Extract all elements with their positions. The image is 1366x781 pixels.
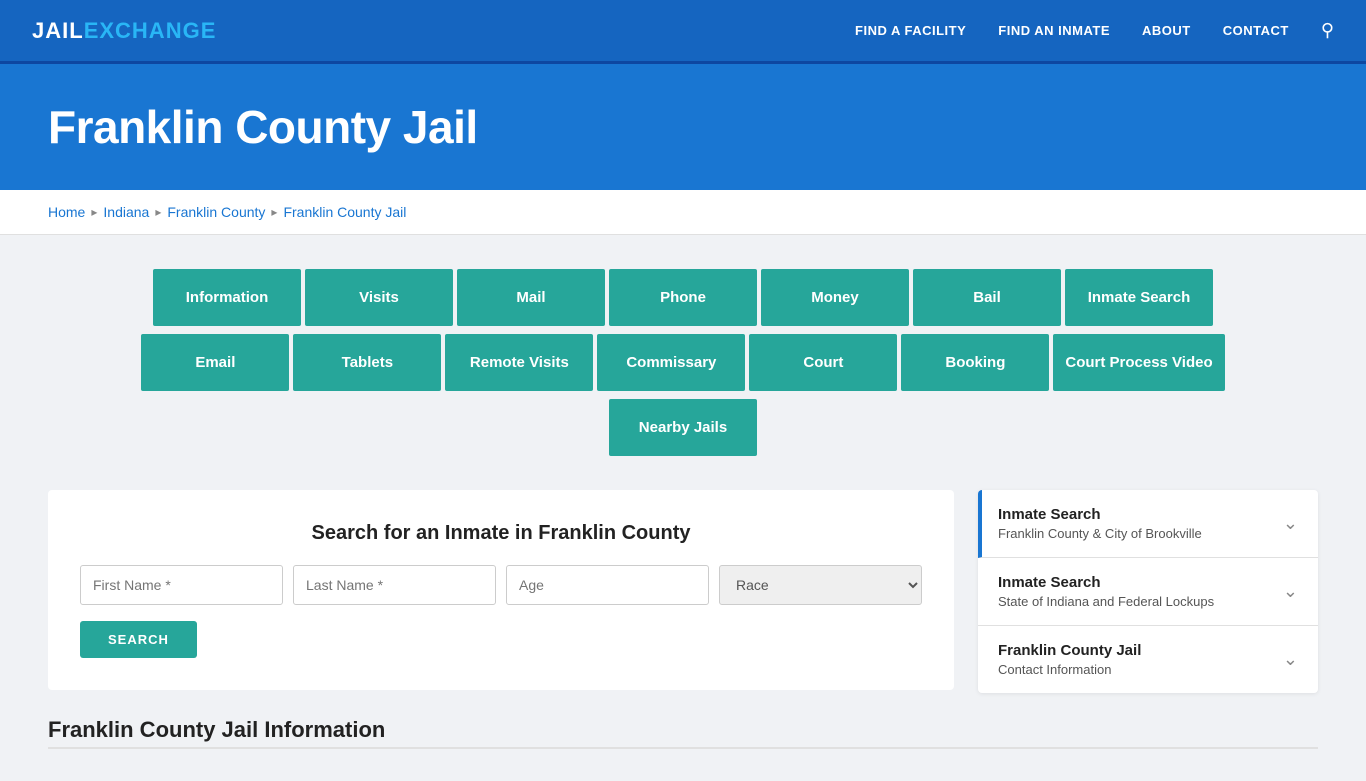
btn-remote-visits[interactable]: Remote Visits	[445, 334, 593, 391]
search-title: Search for an Inmate in Franklin County	[80, 522, 922, 545]
chevron-icon-0: ⌄	[1283, 513, 1298, 534]
grid-row-2: Email Tablets Remote Visits Commissary C…	[139, 332, 1226, 393]
logo-jail: JAIL	[32, 18, 84, 44]
btn-court-process-video[interactable]: Court Process Video	[1053, 334, 1224, 391]
sidebar-item-sub-2: Contact Information	[998, 662, 1141, 677]
chevron-icon-1: ⌄	[1283, 581, 1298, 602]
btn-phone[interactable]: Phone	[609, 269, 757, 326]
nav-links: FIND A FACILITY FIND AN INMATE ABOUT CON…	[855, 20, 1334, 41]
btn-bail[interactable]: Bail	[913, 269, 1061, 326]
sidebar-item-title-0: Inmate Search	[998, 506, 1202, 523]
navbar: JAILEXCHANGE FIND A FACILITY FIND AN INM…	[0, 0, 1366, 64]
sidebar-item-text-2: Franklin County Jail Contact Information	[998, 642, 1141, 677]
sidebar-item-title-1: Inmate Search	[998, 574, 1214, 591]
search-button[interactable]: SEARCH	[80, 621, 197, 658]
btn-visits[interactable]: Visits	[305, 269, 453, 326]
btn-court[interactable]: Court	[749, 334, 897, 391]
chevron-icon-2: ⌄	[1283, 649, 1298, 670]
btn-commissary[interactable]: Commissary	[597, 334, 745, 391]
btn-information[interactable]: Information	[153, 269, 301, 326]
section-title: Franklin County Jail Information	[48, 717, 1318, 749]
navigation-grid: Information Visits Mail Phone Money Bail…	[48, 267, 1318, 458]
search-icon[interactable]: ⚲	[1321, 20, 1334, 41]
main-content: Information Visits Mail Phone Money Bail…	[0, 235, 1366, 781]
sidebar-item-text-1: Inmate Search State of Indiana and Feder…	[998, 574, 1214, 609]
search-fields: Race White Black Hispanic Asian Other	[80, 565, 922, 605]
grid-row-1: Information Visits Mail Phone Money Bail…	[151, 267, 1215, 328]
sidebar-panel: Inmate Search Franklin County & City of …	[978, 490, 1318, 693]
nav-contact[interactable]: CONTACT	[1223, 23, 1289, 38]
btn-money[interactable]: Money	[761, 269, 909, 326]
hero-section: Franklin County Jail	[0, 64, 1366, 190]
last-name-input[interactable]	[293, 565, 496, 605]
logo-exchange: EXCHANGE	[84, 18, 217, 44]
logo[interactable]: JAILEXCHANGE	[32, 18, 216, 44]
breadcrumb-sep-1: ▸	[91, 205, 97, 219]
btn-mail[interactable]: Mail	[457, 269, 605, 326]
breadcrumb-home[interactable]: Home	[48, 204, 85, 220]
lower-section: Search for an Inmate in Franklin County …	[48, 490, 1318, 693]
breadcrumb-current: Franklin County Jail	[283, 204, 406, 220]
btn-email[interactable]: Email	[141, 334, 289, 391]
sidebar-item-sub-1: State of Indiana and Federal Lockups	[998, 594, 1214, 609]
first-name-input[interactable]	[80, 565, 283, 605]
sidebar-item-text-0: Inmate Search Franklin County & City of …	[998, 506, 1202, 541]
btn-nearby-jails[interactable]: Nearby Jails	[609, 399, 757, 456]
sidebar-item-2[interactable]: Franklin County Jail Contact Information…	[978, 626, 1318, 693]
btn-inmate-search[interactable]: Inmate Search	[1065, 269, 1213, 326]
sidebar-item-0[interactable]: Inmate Search Franklin County & City of …	[978, 490, 1318, 558]
breadcrumb-sep-2: ▸	[155, 205, 161, 219]
nav-about[interactable]: ABOUT	[1142, 23, 1191, 38]
search-panel: Search for an Inmate in Franklin County …	[48, 490, 954, 690]
nav-find-facility[interactable]: FIND A FACILITY	[855, 23, 966, 38]
sidebar-item-sub-0: Franklin County & City of Brookville	[998, 526, 1202, 541]
race-select[interactable]: Race White Black Hispanic Asian Other	[719, 565, 922, 605]
page-title: Franklin County Jail	[48, 100, 1318, 154]
grid-row-3: Nearby Jails	[607, 397, 759, 458]
breadcrumb: Home ▸ Indiana ▸ Franklin County ▸ Frank…	[0, 190, 1366, 235]
btn-tablets[interactable]: Tablets	[293, 334, 441, 391]
age-input[interactable]	[506, 565, 709, 605]
nav-find-inmate[interactable]: FIND AN INMATE	[998, 23, 1110, 38]
sidebar-item-1[interactable]: Inmate Search State of Indiana and Feder…	[978, 558, 1318, 626]
btn-booking[interactable]: Booking	[901, 334, 1049, 391]
sidebar-item-title-2: Franklin County Jail	[998, 642, 1141, 659]
breadcrumb-sep-3: ▸	[271, 205, 277, 219]
breadcrumb-county[interactable]: Franklin County	[167, 204, 265, 220]
breadcrumb-indiana[interactable]: Indiana	[103, 204, 149, 220]
